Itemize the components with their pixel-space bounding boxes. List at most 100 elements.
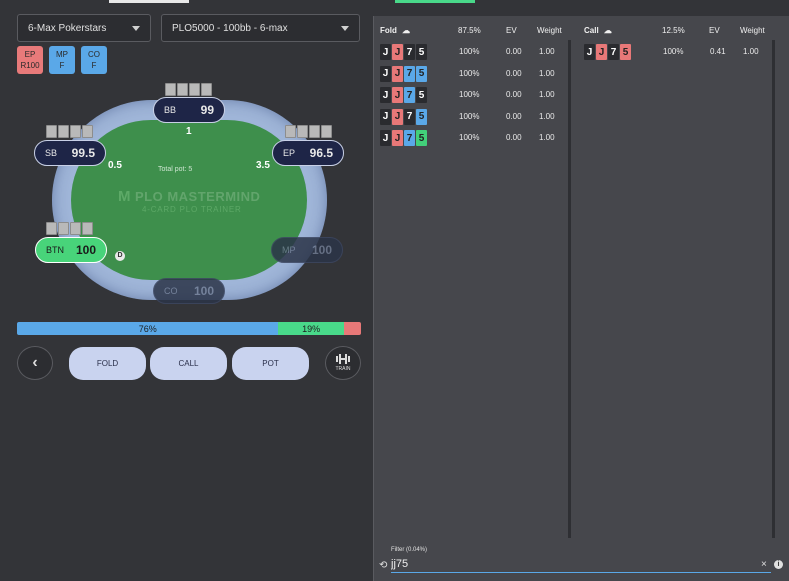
call-title: Call: [584, 26, 599, 35]
row-ev: 0.00: [506, 68, 522, 78]
card: J: [380, 87, 391, 103]
seat-ep: EP 96.5: [272, 140, 344, 166]
row-ev: 0.00: [506, 47, 522, 56]
fold-button[interactable]: FOLD: [69, 347, 146, 380]
dumbbell-icon: [336, 354, 350, 364]
logo-text: PLO MASTERMIND: [135, 189, 261, 204]
card: J: [392, 87, 403, 103]
card: 5: [416, 44, 427, 60]
history-icon[interactable]: ⟲: [379, 560, 387, 571]
hand-cards: JJ75: [380, 65, 427, 82]
game-select[interactable]: PLO5000 - 100bb - 6-max: [161, 14, 360, 42]
call-frequency: 19%: [278, 322, 344, 335]
card: 7: [404, 44, 415, 60]
chip-pos: MP: [56, 50, 68, 59]
call-scrollbar[interactable]: [772, 40, 775, 538]
seat-btn: BTN 100: [35, 237, 107, 263]
row-pct: 100%: [663, 47, 684, 56]
seat-stack: 100: [193, 284, 214, 298]
card: 5: [416, 65, 427, 82]
site-select-value: 6-Max Pokerstars: [28, 22, 107, 34]
range-panel: [373, 16, 789, 581]
pot-button[interactable]: POT: [232, 347, 309, 380]
seat-bb: BB 99: [153, 97, 225, 123]
row-weight: 1.00: [539, 68, 555, 78]
row-pct: 100%: [459, 47, 480, 56]
bet-bb: 1: [186, 126, 192, 137]
call-button[interactable]: CALL: [150, 347, 227, 380]
bet-ep: 3.5: [256, 160, 270, 171]
bb-card-backs: [165, 83, 212, 96]
card: J: [380, 108, 391, 125]
call-weight-header: Weight: [740, 26, 765, 35]
card: J: [392, 44, 403, 60]
seat-name: MP: [282, 245, 296, 255]
row-ev: 0.00: [506, 90, 522, 99]
fold-scrollbar[interactable]: [568, 40, 571, 538]
card: 5: [620, 44, 631, 60]
chip-action: R100: [20, 61, 40, 70]
chip-action: F: [91, 61, 97, 70]
btn-card-backs: [46, 222, 93, 235]
history-chip-co[interactable]: CO F: [81, 46, 107, 74]
fold-weight-header: Weight: [537, 26, 562, 35]
action-frequency-bar: 76% 19%: [17, 322, 361, 335]
seat-stack: 96.5: [309, 146, 333, 160]
row-weight: 1.00: [743, 47, 759, 56]
card: 7: [404, 130, 415, 146]
row-weight: 1.00: [539, 47, 555, 56]
seat-name: CO: [164, 286, 178, 296]
card: 5: [416, 108, 427, 125]
chevron-down-icon: [341, 25, 349, 31]
clear-icon[interactable]: ×: [761, 559, 767, 570]
seat-stack: 100: [311, 243, 332, 257]
info-glyph: i: [777, 561, 780, 568]
row-ev: 0.00: [506, 133, 522, 142]
card: 5: [416, 130, 427, 146]
logo-mark-icon: M: [118, 188, 131, 205]
total-pot: Total pot: 5: [158, 166, 193, 173]
card: 5: [416, 87, 427, 103]
card: J: [596, 44, 607, 60]
tab-indicator-right: [395, 0, 475, 3]
hand-cards: JJ75: [380, 44, 427, 60]
card: J: [392, 130, 403, 146]
call-ev-header: EV: [709, 26, 720, 35]
card: J: [380, 65, 391, 82]
history-chip-ep[interactable]: EP R100: [17, 46, 43, 74]
filter-label: Filter (0.04%): [391, 547, 428, 553]
info-icon[interactable]: i: [774, 560, 783, 569]
logo-subtitle: 4-CARD PLO TRAINER: [142, 205, 242, 214]
fold-title: Fold: [380, 26, 397, 35]
train-button[interactable]: TRAIN: [325, 346, 361, 380]
row-pct: 100%: [459, 68, 480, 78]
raise-frequency: [343, 322, 361, 335]
seat-sb: SB 99.5: [34, 140, 106, 166]
game-select-value: PLO5000 - 100bb - 6-max: [172, 22, 288, 34]
back-button[interactable]: ‹: [17, 346, 53, 380]
call-header: Call ☁: [584, 26, 612, 35]
hand-cards: JJ75: [380, 130, 427, 146]
seat-name: EP: [283, 148, 296, 158]
row-pct: 100%: [459, 133, 480, 142]
cloud-download-icon[interactable]: ☁: [402, 26, 410, 35]
row-weight: 1.00: [539, 111, 555, 121]
seat-co: CO 100: [153, 278, 225, 304]
filter-input[interactable]: [391, 556, 771, 573]
seat-stack: 100: [75, 243, 96, 257]
site-select[interactable]: 6-Max Pokerstars: [17, 14, 151, 42]
call-freq: 12.5%: [662, 26, 685, 35]
row-pct: 100%: [459, 90, 480, 99]
row-ev: 0.41: [710, 47, 726, 56]
row-weight: 1.00: [539, 90, 555, 99]
card: 7: [608, 44, 619, 60]
ep-card-backs: [285, 125, 332, 138]
history-chip-mp[interactable]: MP F: [49, 46, 75, 74]
seat-name: SB: [45, 148, 58, 158]
cloud-download-icon[interactable]: ☁: [604, 26, 612, 35]
chip-pos: EP: [24, 50, 36, 59]
card: 7: [404, 65, 415, 82]
card: J: [584, 44, 595, 60]
seat-mp: MP 100: [271, 237, 343, 263]
row-weight: 1.00: [539, 133, 555, 142]
